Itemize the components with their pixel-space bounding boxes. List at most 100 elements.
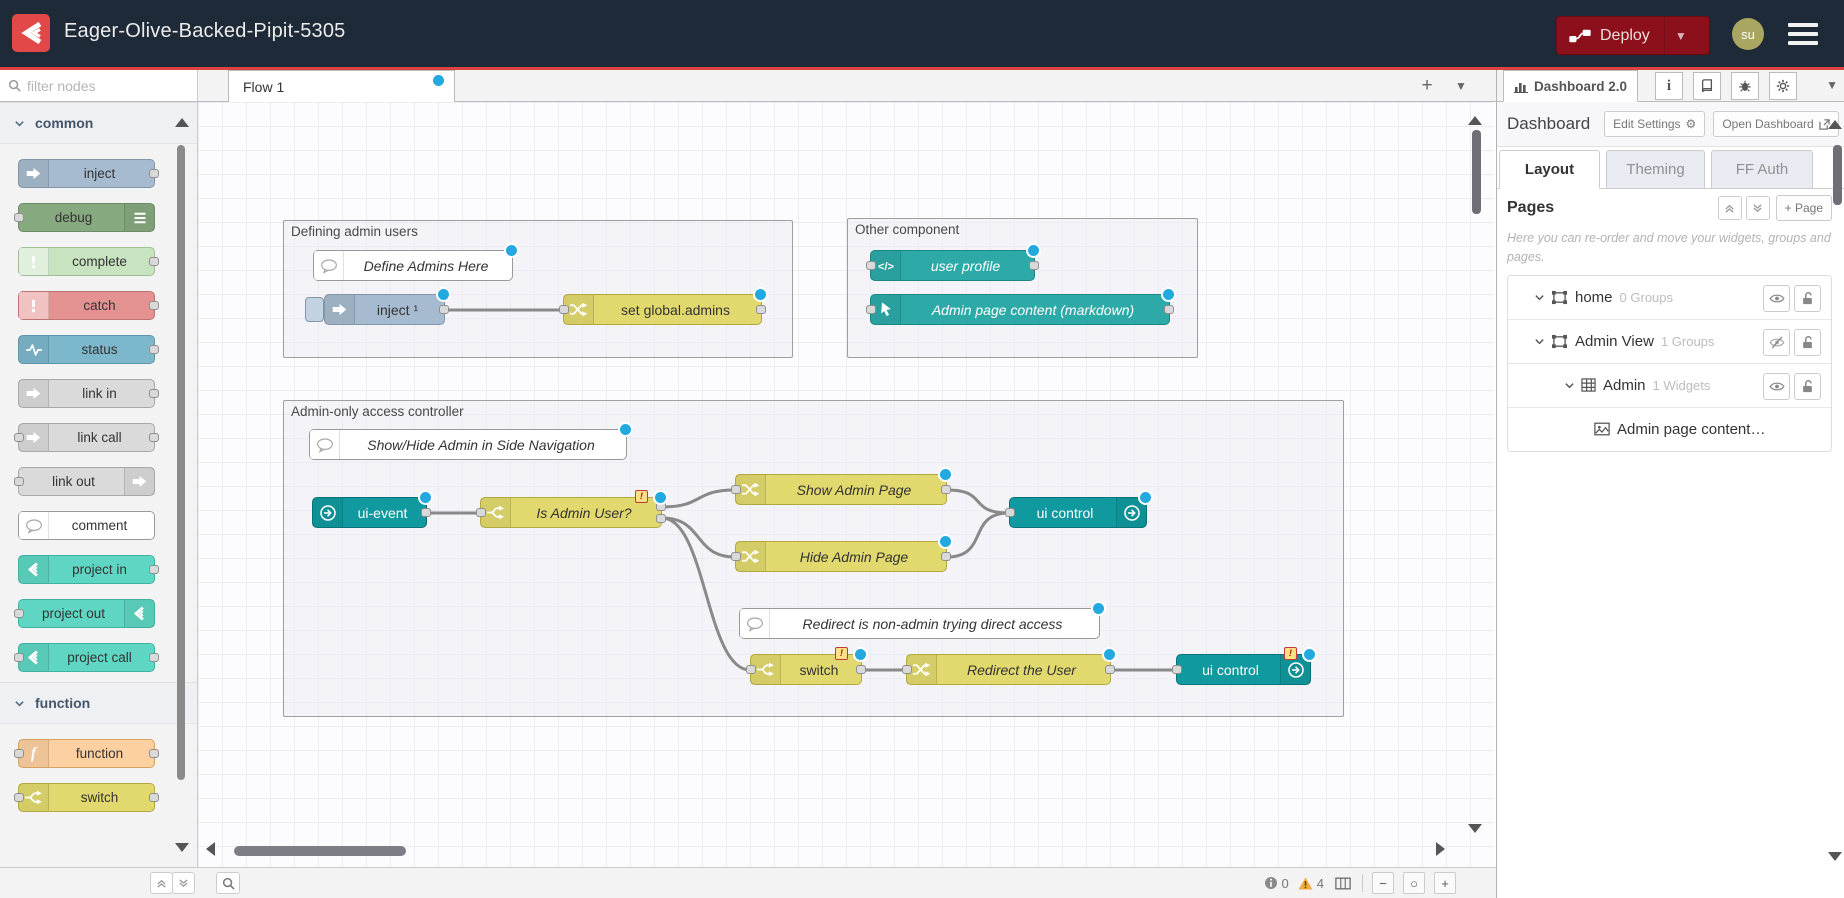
sidebar-scroll-down[interactable] (1828, 852, 1842, 861)
palette-node-project-out[interactable]: project out (18, 599, 155, 628)
palette-node-switch[interactable]: switch (18, 783, 155, 812)
input-port[interactable] (14, 433, 24, 442)
tree-chevron[interactable] (1534, 336, 1545, 347)
palette-scrollbar[interactable] (177, 145, 185, 780)
zoom-in-button[interactable]: + (1434, 872, 1456, 894)
tree-item-home[interactable]: home0 Groups (1508, 276, 1831, 320)
lock-button[interactable] (1794, 329, 1821, 356)
canvas-scroll-up[interactable] (1468, 116, 1482, 125)
input-port[interactable] (1005, 508, 1015, 517)
input-port[interactable] (902, 665, 912, 674)
zoom-out-button[interactable]: − (1372, 872, 1394, 894)
output-port[interactable] (149, 257, 159, 266)
output-port[interactable] (1105, 665, 1115, 674)
palette-node-project-call[interactable]: project call (18, 643, 155, 672)
output-port[interactable] (149, 749, 159, 758)
palette-collapse-categories-button[interactable] (150, 872, 173, 894)
visibility-off-button[interactable] (1763, 329, 1790, 356)
visibility-button[interactable] (1763, 285, 1790, 312)
input-port[interactable] (14, 653, 24, 662)
deploy-button[interactable]: Deploy ▼ (1556, 16, 1710, 55)
user-avatar[interactable]: su (1732, 18, 1764, 50)
output-port[interactable] (1029, 261, 1039, 270)
palette-node-project-in[interactable]: project in (18, 555, 155, 584)
palette-node-complete[interactable]: complete (18, 247, 155, 276)
flow-list-caret[interactable]: ▼ (1450, 73, 1472, 99)
output-port[interactable] (856, 665, 866, 674)
sidebar-tabs-caret[interactable]: ▼ (1826, 78, 1838, 92)
tree-chevron[interactable] (1534, 292, 1545, 303)
palette-node-inject[interactable]: inject (18, 159, 155, 188)
main-menu-button[interactable] (1788, 23, 1818, 45)
palette-node-catch[interactable]: catch (18, 291, 155, 320)
input-port[interactable] (731, 485, 741, 494)
node-ui-event[interactable]: ui-event (312, 497, 427, 528)
zoom-reset-button[interactable]: ○ (1403, 872, 1425, 894)
node-red-logo[interactable] (12, 14, 50, 52)
node-change-redirect-the-user[interactable]: Redirect the User (906, 654, 1111, 685)
palette-node-status[interactable]: status (18, 335, 155, 364)
output-port-2[interactable] (656, 514, 666, 523)
input-port[interactable] (476, 508, 486, 517)
input-port[interactable] (866, 305, 876, 314)
palette-node-function[interactable]: functionf (18, 739, 155, 768)
output-port[interactable] (439, 305, 449, 314)
lock-button[interactable] (1794, 285, 1821, 312)
open-dashboard-button[interactable]: Open Dashboard (1713, 111, 1838, 137)
node-change-set-global-admins[interactable]: set global.admins (563, 294, 762, 325)
warning-count[interactable]: 4 (1298, 876, 1324, 891)
palette-node-debug[interactable]: debug (18, 203, 155, 232)
canvas-search-button[interactable] (216, 872, 240, 894)
sidebar-scroll-up[interactable] (1828, 120, 1842, 129)
info-count[interactable]: 0 (1264, 876, 1289, 891)
flow-group-other-component[interactable]: Other component (847, 218, 1198, 358)
add-page-button[interactable]: + Page (1776, 195, 1832, 221)
node-inject-1[interactable]: inject ¹ (324, 294, 445, 325)
output-port[interactable] (149, 433, 159, 442)
node-ui-control-top[interactable]: ui control (1009, 497, 1147, 528)
palette-scroll-down[interactable] (175, 843, 189, 852)
output-port[interactable] (756, 305, 766, 314)
node-template-admin-page-content[interactable]: Admin page content (markdown) (870, 294, 1170, 325)
input-port[interactable] (866, 261, 876, 270)
node-comment-show-hide-admin[interactable]: Show/Hide Admin in Side Navigation (309, 429, 627, 460)
tree-item-admin-page-content-m-[interactable]: Admin page content (m... (1508, 408, 1831, 451)
input-port[interactable] (731, 552, 741, 561)
palette-scroll-up[interactable] (175, 118, 189, 127)
palette-filter-input[interactable]: filter nodes (0, 70, 198, 101)
tree-item-admin-view[interactable]: Admin View1 Groups (1508, 320, 1831, 364)
canvas-scroll-left[interactable] (206, 842, 215, 856)
tab-dashboard-2[interactable]: Dashboard 2.0 (1503, 70, 1638, 102)
output-port[interactable] (149, 169, 159, 178)
lock-button[interactable] (1794, 373, 1821, 400)
output-port[interactable] (149, 565, 159, 574)
output-port[interactable] (149, 301, 159, 310)
sidebar-scrollbar[interactable] (1833, 145, 1842, 205)
palette-node-link-in[interactable]: link in (18, 379, 155, 408)
inject-trigger-button[interactable] (305, 297, 324, 322)
tab-help[interactable] (1693, 72, 1721, 100)
tab-layout[interactable]: Layout (1499, 150, 1600, 189)
node-ui-control-bottom[interactable]: ui control! (1176, 654, 1311, 685)
tab-ff-auth[interactable]: FF Auth (1711, 150, 1813, 189)
input-port[interactable] (559, 305, 569, 314)
flow-canvas[interactable]: Defining admin usersOther componentAdmin… (198, 102, 1494, 867)
palette-expand-categories-button[interactable] (172, 872, 195, 894)
tab-config[interactable] (1769, 72, 1797, 100)
output-port[interactable] (421, 508, 431, 517)
tab-debug[interactable] (1731, 72, 1759, 100)
visibility-button[interactable] (1763, 373, 1790, 400)
node-template-user-profile[interactable]: user profile</> (870, 250, 1035, 281)
output-port[interactable] (149, 345, 159, 354)
input-port[interactable] (14, 793, 24, 802)
output-port[interactable] (941, 485, 951, 494)
input-port[interactable] (1172, 665, 1182, 674)
palette-category-function[interactable]: function (0, 682, 197, 724)
tree-item-admin[interactable]: Admin1 Widgets (1508, 364, 1831, 408)
canvas-scroll-down[interactable] (1468, 824, 1482, 833)
output-port[interactable] (149, 653, 159, 662)
node-comment-redirect[interactable]: Redirect is non-admin trying direct acce… (739, 608, 1100, 639)
collapse-all-button[interactable] (1718, 196, 1742, 220)
toggle-navigator-button[interactable] (1333, 873, 1353, 893)
output-port[interactable] (149, 389, 159, 398)
